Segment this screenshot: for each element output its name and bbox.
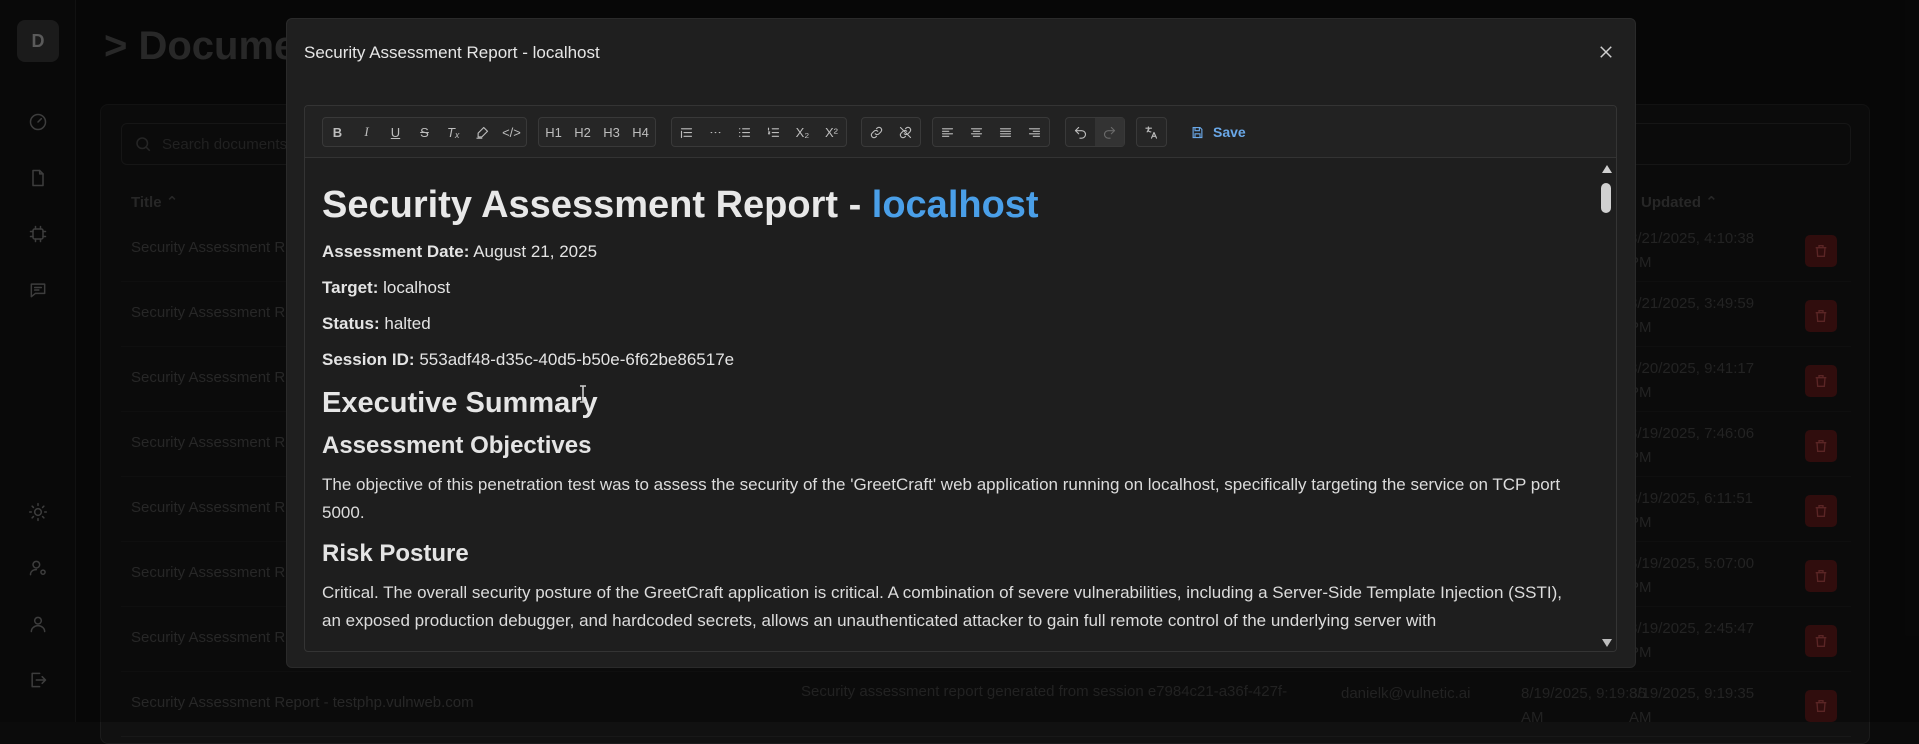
close-button[interactable] — [1593, 39, 1619, 65]
scroll-thumb[interactable] — [1601, 183, 1611, 213]
meta-label: Assessment Date: — [322, 242, 470, 261]
align-right-icon — [1028, 127, 1041, 137]
save-label: Save — [1213, 124, 1246, 140]
meta-value: halted — [384, 314, 431, 333]
redo-icon — [1103, 126, 1116, 139]
clear-format-button[interactable]: Tₓ — [439, 118, 468, 146]
bullet-list-button[interactable] — [730, 118, 759, 146]
meta-value: August 21, 2025 — [473, 242, 598, 261]
app-root: D > Documents Search documents... Title … — [0, 0, 1919, 744]
superscript-button[interactable]: X² — [817, 118, 846, 146]
block-group: X₂ X² — [671, 117, 847, 147]
align-left-button[interactable] — [933, 118, 962, 146]
save-icon — [1192, 126, 1203, 138]
h4-button[interactable]: H4 — [626, 118, 655, 146]
ordered-list-button[interactable] — [759, 118, 788, 146]
ellipsis-icon — [710, 131, 721, 133]
editor-toolbar: B I U S Tₓ </> H1 H2 H3 H4 X₂ X² Save — [305, 106, 1616, 158]
highlighter-icon — [476, 126, 489, 139]
align-center-button[interactable] — [962, 118, 991, 146]
meta-status: Status: halted — [322, 313, 1580, 335]
align-justify-icon — [999, 127, 1012, 137]
unlink-button[interactable] — [891, 118, 920, 146]
translate-group — [1136, 117, 1167, 147]
editor-scrollbar[interactable] — [1596, 159, 1616, 651]
document-heading: Security Assessment Report - localhost — [322, 183, 1580, 227]
section-risk-posture: Risk Posture — [322, 540, 469, 567]
align-center-icon — [970, 127, 983, 137]
heading-text: Security Assessment Report - — [322, 184, 872, 226]
redo-button[interactable] — [1095, 118, 1124, 146]
scroll-up-arrow[interactable] — [1602, 165, 1612, 173]
h1-button[interactable]: H1 — [539, 118, 568, 146]
meta-label: Session ID: — [322, 350, 415, 369]
ordered-list-icon — [767, 127, 780, 137]
bold-button[interactable]: B — [323, 118, 352, 146]
align-left-icon — [941, 127, 954, 137]
risk-paragraph: Critical. The overall security posture o… — [322, 583, 1562, 630]
code-button[interactable]: </> — [497, 118, 526, 146]
subscript-button[interactable]: X₂ — [788, 118, 817, 146]
format-group: B I U S Tₓ </> — [322, 117, 527, 147]
quote-icon — [680, 127, 693, 138]
section-assessment-objectives: Assessment Objectives — [322, 432, 592, 459]
unlink-icon — [899, 126, 912, 138]
strikethrough-button[interactable]: S — [410, 118, 439, 146]
h2-button[interactable]: H2 — [568, 118, 597, 146]
meta-session-id: Session ID: 553adf48-d35c-40d5-b50e-6f62… — [322, 349, 1580, 371]
heading-group: H1 H2 H3 H4 — [538, 117, 656, 147]
align-right-button[interactable] — [1020, 118, 1049, 146]
meta-assessment-date: Assessment Date: August 21, 2025 — [322, 241, 1580, 263]
meta-value: 553adf48-d35c-40d5-b50e-6f62be86517e — [419, 350, 735, 369]
link-icon — [870, 126, 883, 138]
link-button[interactable] — [862, 118, 891, 146]
italic-button[interactable]: I — [352, 118, 381, 146]
undo-icon — [1074, 126, 1087, 139]
h3-button[interactable]: H3 — [597, 118, 626, 146]
highlight-button[interactable] — [468, 118, 497, 146]
blockquote-button[interactable] — [672, 118, 701, 146]
link-group — [861, 117, 921, 147]
horizontal-rule-button[interactable] — [701, 118, 730, 146]
section-executive-summary: Executive Summary — [322, 387, 598, 419]
objectives-paragraph: The objective of this penetration test w… — [322, 475, 1561, 522]
underline-button[interactable]: U — [381, 118, 410, 146]
save-button[interactable]: Save — [1190, 117, 1246, 147]
translate-icon — [1145, 125, 1158, 139]
meta-target: Target: localhost — [322, 277, 1580, 299]
document-editor-modal: Security Assessment Report - localhost B… — [286, 18, 1636, 668]
rich-text-editor: B I U S Tₓ </> H1 H2 H3 H4 X₂ X² Save Se… — [304, 105, 1617, 652]
history-group — [1065, 117, 1125, 147]
meta-label: Status: — [322, 314, 380, 333]
editor-content[interactable]: Security Assessment Report - localhost A… — [305, 159, 1597, 651]
align-group — [932, 117, 1050, 147]
heading-target: localhost — [871, 184, 1039, 226]
meta-label: Target: — [322, 278, 379, 297]
close-icon — [1600, 46, 1612, 58]
undo-button[interactable] — [1066, 118, 1095, 146]
text-cursor-icon — [578, 385, 588, 403]
bullet-list-icon — [738, 127, 751, 137]
meta-value: localhost — [383, 278, 451, 297]
align-justify-button[interactable] — [991, 118, 1020, 146]
translate-button[interactable] — [1137, 118, 1166, 146]
modal-title: Security Assessment Report - localhost — [304, 43, 600, 62]
scroll-down-arrow[interactable] — [1602, 639, 1612, 647]
